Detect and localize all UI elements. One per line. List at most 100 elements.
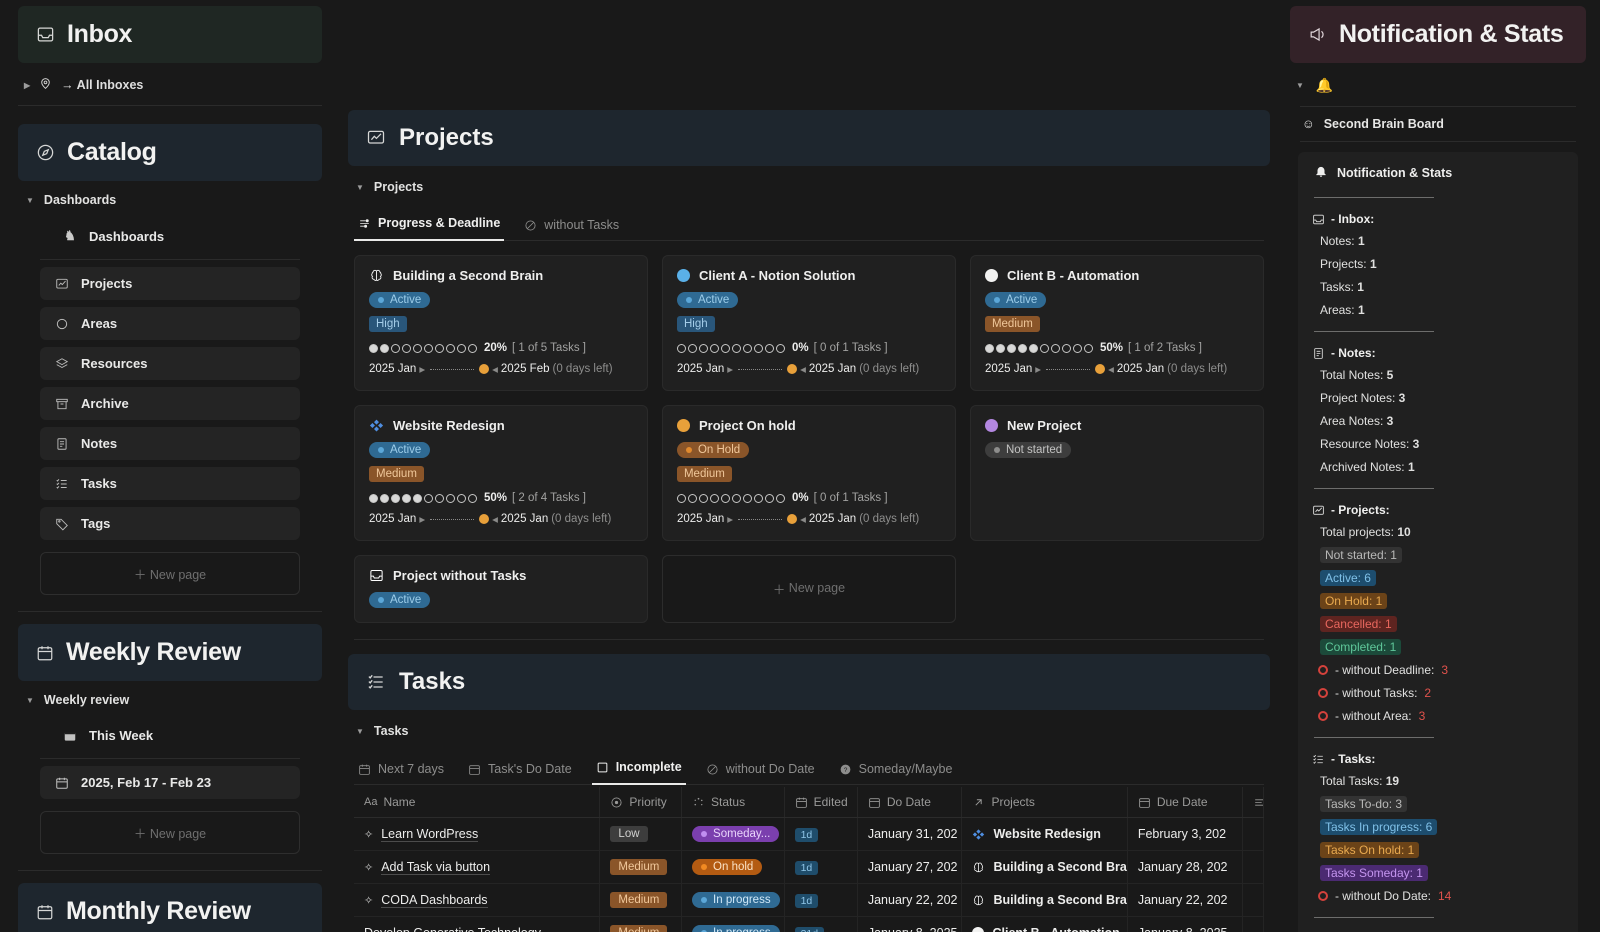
notification-stats-banner[interactable]: Notification & Stats: [1289, 6, 1586, 63]
progress-tasks: [ 1 of 5 Tasks ]: [512, 342, 586, 354]
column-header-priority[interactable]: Priority: [599, 787, 683, 818]
stats-line-count: 1: [1357, 234, 1365, 248]
column-header-name[interactable]: Aa Name: [354, 787, 601, 818]
cell-edited[interactable]: 1d: [784, 883, 858, 917]
cell-name[interactable]: ✧ Add Task via button: [354, 850, 601, 884]
sidebar-item-second-brain-board[interactable]: ☺ Second Brain Board: [1290, 107, 1586, 141]
caret-down-icon[interactable]: ▼: [356, 727, 364, 736]
note-lines-icon: [54, 437, 70, 451]
project-card[interactable]: Website Redesign Active Medium 50% [ 2 of 4 …: [354, 405, 648, 541]
table-row[interactable]: Develop Generative Technology Medium In pr…: [354, 916, 1264, 932]
project-card[interactable]: Project On hold On Hold Medium 0% [ 0 of 1 T…: [661, 405, 956, 541]
cell-name[interactable]: ✧ Learn WordPress: [354, 817, 601, 851]
tab-next-7-days[interactable]: Next 7 days: [354, 758, 448, 785]
project-card[interactable]: Client A - Notion Solution Active High 0% [ …: [661, 255, 956, 391]
cell-status[interactable]: Someday...: [681, 817, 785, 851]
monthly-review-banner[interactable]: Monthly Review: [18, 883, 322, 932]
cell-do-date[interactable]: January 27, 202: [857, 850, 963, 884]
cell-due-date[interactable]: January 22, 202: [1127, 883, 1243, 917]
project-new-page-button[interactable]: ＋ New page: [661, 555, 956, 623]
tab-someday-maybe[interactable]: ? Someday/Maybe: [835, 758, 957, 785]
sidebar-item-projects[interactable]: Projects: [40, 267, 300, 300]
projects-banner[interactable]: Projects: [348, 110, 1270, 166]
cell-priority[interactable]: Medium: [599, 916, 683, 932]
sidebar-item-this-week[interactable]: This Week: [40, 719, 300, 752]
inbox-banner[interactable]: Inbox: [18, 6, 322, 63]
sidebar-item-tags[interactable]: Tags: [40, 507, 300, 540]
cell-edited[interactable]: 1d: [784, 817, 858, 851]
cell-edited[interactable]: 1d: [784, 850, 858, 884]
tasks-banner[interactable]: Tasks: [348, 654, 1270, 710]
sidebar-item-areas[interactable]: Areas: [40, 307, 300, 340]
cell-priority[interactable]: Medium: [599, 850, 683, 884]
project-card[interactable]: Client B - Automation Active Medium 50% [ 1 …: [969, 255, 1264, 391]
tab-progress-deadline[interactable]: Progress & Deadline: [354, 212, 505, 241]
cell-projects[interactable]: Building a Second Brain: [961, 850, 1128, 884]
weekly-new-page-button[interactable]: ＋ New page: [40, 811, 300, 854]
column-header-status[interactable]: Status: [681, 787, 785, 818]
divider: [354, 639, 1264, 640]
cell-edited[interactable]: 31d: [784, 916, 858, 932]
column-header-edited[interactable]: Edited: [784, 787, 858, 818]
sidebar-item-dashboards[interactable]: ♞ Dashboards: [40, 219, 300, 253]
cell-due-date[interactable]: February 3, 202: [1127, 817, 1243, 851]
cell-projects[interactable]: Website Redesign: [961, 817, 1128, 851]
stats-line-count: 10: [1397, 525, 1411, 539]
cell-status[interactable]: On hold: [681, 850, 785, 884]
column-header-projects[interactable]: Projects: [961, 787, 1128, 818]
project-card[interactable]: New Project Not started: [969, 405, 1264, 541]
cell-do-date[interactable]: January 22, 202: [857, 883, 963, 917]
sidebar-item-week-range[interactable]: 2025, Feb 17 - Feb 23: [40, 766, 300, 799]
dashboards-group-toggle[interactable]: ▼ Dashboards: [18, 181, 322, 217]
caret-right-icon[interactable]: ▶: [24, 81, 30, 90]
sidebar-item-tasks[interactable]: Tasks: [40, 467, 300, 500]
all-inboxes-toggle[interactable]: ▶ → All Inboxes: [18, 63, 322, 105]
column-header-menu[interactable]: [1242, 787, 1264, 818]
project-card[interactable]: Building a Second Brain Active High 20% [ 1 …: [354, 255, 648, 391]
cell-do-date[interactable]: January 31, 202: [857, 817, 963, 851]
sidebar-item-label: Tags: [81, 516, 111, 531]
project-name: Client B - Automation: [992, 926, 1119, 932]
stats-line-count: 3: [1412, 437, 1420, 451]
column-header-do-date[interactable]: Do Date: [857, 787, 963, 818]
projects-group-toggle[interactable]: ▼ Projects: [348, 166, 1270, 204]
weekly-review-group-toggle[interactable]: ▼ Weekly review: [18, 681, 322, 717]
tab-task-s-do-date[interactable]: Task's Do Date: [464, 758, 576, 785]
cell-status[interactable]: In progress: [681, 883, 785, 917]
catalog-banner[interactable]: Catalog: [18, 124, 322, 181]
cell-name[interactable]: ✧ CODA Dashboards: [354, 883, 601, 917]
tab-without-do-date[interactable]: without Do Date: [702, 758, 819, 785]
tasks-tab-bar: Next 7 days Task's Do Date Incomplete witho…: [348, 756, 1270, 785]
catalog-new-page-button[interactable]: ＋ New page: [40, 552, 300, 595]
table-row[interactable]: ✧ Add Task via button Medium On hold 1d Janua…: [354, 850, 1264, 884]
weekly-review-banner[interactable]: Weekly Review: [18, 624, 322, 681]
no-entry-icon: [524, 219, 537, 232]
caret-down-icon[interactable]: ▼: [1296, 81, 1304, 90]
cell-priority[interactable]: Low: [599, 817, 683, 851]
tasks-group-toggle[interactable]: ▼ Tasks: [348, 710, 1270, 748]
sidebar-item-archive[interactable]: Archive: [40, 387, 300, 420]
table-row[interactable]: ✧ Learn WordPress Low Someday... 1d January 3…: [354, 817, 1264, 851]
cell-due-date[interactable]: January 8, 2025: [1127, 916, 1243, 932]
table-row[interactable]: ✧ CODA Dashboards Medium In progress 1d Janua…: [354, 883, 1264, 917]
caret-down-icon[interactable]: ▼: [26, 196, 34, 205]
cell-due-date[interactable]: January 28, 202: [1127, 850, 1243, 884]
cell-projects[interactable]: Client B - Automation: [961, 916, 1128, 932]
cell-status[interactable]: In progress: [681, 916, 785, 932]
project-card[interactable]: Project without Tasks Active: [354, 555, 648, 623]
caret-down-icon[interactable]: ▼: [356, 183, 364, 192]
cell-do-date[interactable]: January 8, 2025: [857, 916, 963, 932]
sidebar-item-resources[interactable]: Resources: [40, 347, 300, 380]
cell-priority[interactable]: Medium: [599, 883, 683, 917]
cell-projects[interactable]: Building a Second Brain: [961, 883, 1128, 917]
caret-down-icon[interactable]: ▼: [26, 696, 34, 705]
tab-incomplete[interactable]: Incomplete: [591, 756, 686, 785]
progress-indicator: 50% [ 2 of 4 Tasks ]: [369, 492, 633, 504]
tab-without-tasks[interactable]: without Tasks: [520, 214, 623, 241]
notifications-toggle[interactable]: ▼ 🔔: [1290, 63, 1586, 106]
column-header-due-date[interactable]: Due Date: [1127, 787, 1243, 818]
cell-name[interactable]: Develop Generative Technology: [354, 916, 601, 932]
project-title: Website Redesign: [393, 418, 505, 433]
stats-line: Active: 6: [1319, 570, 1564, 586]
sidebar-item-notes[interactable]: Notes: [40, 427, 300, 460]
